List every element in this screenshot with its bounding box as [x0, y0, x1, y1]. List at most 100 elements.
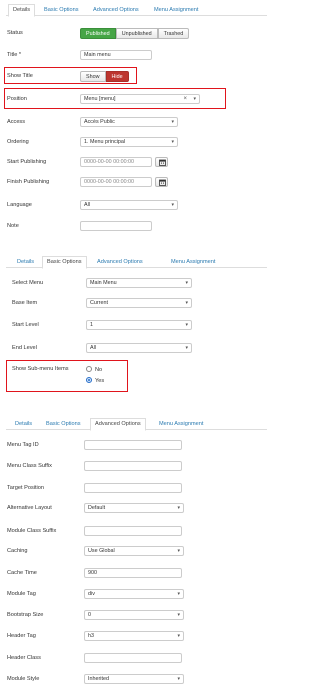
- tab-menu-assignment[interactable]: Menu Assignment: [154, 418, 208, 430]
- caching-label: Caching: [7, 548, 28, 554]
- start-level-row: Start Level 1 ▾: [0, 320, 273, 332]
- alternative-layout-select[interactable]: Default ▾: [84, 503, 184, 513]
- panel1-tabs: Details Basic Options Advanced Options M…: [6, 4, 267, 17]
- show-button[interactable]: Show: [80, 71, 106, 82]
- target-position-row: Target Position: [0, 483, 273, 495]
- tab-details[interactable]: Details: [12, 256, 39, 268]
- header-class-input[interactable]: [84, 653, 182, 663]
- trashed-button[interactable]: Trashed: [157, 28, 190, 39]
- module-class-suffix-row: Module Class Suffix: [0, 526, 273, 538]
- chevron-down-icon: ▾: [185, 300, 188, 306]
- start-publishing-input[interactable]: 0000-00-00 00:00:00: [80, 157, 152, 167]
- header-tag-select[interactable]: h3 ▾: [84, 631, 184, 641]
- bootstrap-size-select[interactable]: 0 ▾: [84, 610, 184, 620]
- tab-basic-options[interactable]: Basic Options: [42, 256, 87, 269]
- chevron-down-icon: ▾: [193, 96, 196, 102]
- show-submenu-label: Show Sub-menu Items: [12, 366, 69, 372]
- base-item-value: Current: [90, 300, 108, 306]
- cache-time-row: Cache Time 900: [0, 568, 273, 580]
- menu-class-suffix-label: Menu Class Suffix: [7, 463, 52, 469]
- module-style-label: Module Style: [7, 676, 40, 682]
- module-tag-row: Module Tag div ▾: [0, 589, 273, 601]
- published-button[interactable]: Published: [80, 28, 116, 39]
- chevron-down-icon: ▾: [185, 280, 188, 286]
- calendar-button[interactable]: [155, 177, 168, 187]
- finish-publishing-input[interactable]: 0000-00-00 00:00:00: [80, 177, 152, 187]
- tab-advanced-options[interactable]: Advanced Options: [92, 256, 148, 268]
- tab-basic-options[interactable]: Basic Options: [41, 418, 86, 430]
- menu-tag-id-input[interactable]: [84, 440, 182, 450]
- select-menu-value: Main Menu: [90, 280, 117, 286]
- chevron-down-icon: ▾: [171, 202, 174, 208]
- chevron-down-icon: ▾: [177, 591, 180, 597]
- title-row: Title * Main menu: [0, 50, 273, 62]
- base-item-row: Base Item Current ▾: [0, 298, 273, 310]
- unpublished-button[interactable]: Unpublished: [115, 28, 158, 39]
- position-select[interactable]: Menu [menu] × ▾: [80, 94, 200, 104]
- header-class-row: Header Class: [0, 653, 273, 665]
- module-tag-select[interactable]: div ▾: [84, 589, 184, 599]
- module-class-suffix-input[interactable]: [84, 526, 182, 536]
- cache-time-label: Cache Time: [7, 570, 37, 576]
- note-input[interactable]: [80, 221, 152, 231]
- ordering-select[interactable]: 1. Menu principal ▾: [80, 137, 178, 147]
- start-level-label: Start Level: [12, 322, 39, 328]
- ordering-value: 1. Menu principal: [84, 139, 126, 145]
- bootstrap-size-value: 0: [88, 612, 91, 618]
- tab-details[interactable]: Details: [10, 418, 37, 430]
- radio-selected-icon: [86, 377, 92, 383]
- cache-time-input[interactable]: 900: [84, 568, 182, 578]
- hide-button[interactable]: Hide: [105, 71, 129, 82]
- position-value: Menu [menu]: [84, 96, 116, 102]
- calendar-button[interactable]: [155, 157, 168, 167]
- access-label: Access: [7, 119, 26, 125]
- note-row: Note: [0, 221, 273, 233]
- chevron-down-icon: ▾: [177, 612, 180, 618]
- tab-menu-assignment[interactable]: Menu Assignment: [149, 4, 203, 16]
- title-input[interactable]: Main menu: [80, 50, 152, 60]
- caching-select[interactable]: Use Global ▾: [84, 546, 184, 556]
- module-style-select[interactable]: Inherited ▾: [84, 674, 184, 684]
- end-level-row: End Level All ▾: [0, 343, 273, 355]
- tab-details[interactable]: Details: [8, 4, 36, 17]
- module-tag-value: div: [88, 591, 95, 597]
- finish-publishing-row: Finish Publishing 0000-00-00 00:00:00: [0, 177, 273, 189]
- base-item-select[interactable]: Current ▾: [86, 298, 192, 308]
- tab-basic-options[interactable]: Basic Options: [39, 4, 84, 16]
- access-select[interactable]: Accès Public ▾: [80, 117, 178, 127]
- clear-icon[interactable]: ×: [183, 95, 187, 103]
- alternative-layout-label: Alternative Layout: [7, 505, 52, 511]
- position-label: Position: [7, 96, 27, 102]
- chevron-down-icon: ▾: [177, 505, 180, 511]
- module-tag-label: Module Tag: [7, 591, 36, 597]
- radio-icon: [86, 366, 92, 372]
- end-level-select[interactable]: All ▾: [86, 343, 192, 353]
- chevron-down-icon: ▾: [171, 139, 174, 145]
- show-submenu-no-radio[interactable]: No: [86, 366, 102, 373]
- access-row: Access Accès Public ▾: [0, 117, 273, 129]
- show-title-row: Show Title Show Hide: [0, 71, 273, 83]
- tab-menu-assignment[interactable]: Menu Assignment: [166, 256, 220, 268]
- ordering-row: Ordering 1. Menu principal ▾: [0, 137, 273, 149]
- position-row: Position Menu [menu] × ▾: [0, 94, 273, 106]
- finish-publishing-label: Finish Publishing: [7, 179, 50, 185]
- header-tag-row: Header Tag h3 ▾: [0, 631, 273, 643]
- language-value: All: [84, 202, 90, 208]
- target-position-input[interactable]: [84, 483, 182, 493]
- ordering-label: Ordering: [7, 139, 29, 145]
- tab-advanced-options[interactable]: Advanced Options: [90, 418, 146, 431]
- show-title-toggle: Show Hide: [80, 71, 129, 82]
- alternative-layout-value: Default: [88, 505, 106, 511]
- menu-class-suffix-input[interactable]: [84, 461, 182, 471]
- module-class-suffix-label: Module Class Suffix: [7, 528, 57, 534]
- status-row: Status Published Unpublished Trashed: [0, 28, 273, 40]
- module-style-row: Module Style Inherited ▾: [0, 674, 273, 686]
- chevron-down-icon: ▾: [185, 345, 188, 351]
- start-level-select[interactable]: 1 ▾: [86, 320, 192, 330]
- radio-no-label: No: [95, 367, 103, 373]
- show-submenu-yes-radio[interactable]: Yes: [86, 377, 104, 384]
- chevron-down-icon: ▾: [171, 119, 174, 125]
- tab-advanced-options[interactable]: Advanced Options: [88, 4, 144, 16]
- select-menu-select[interactable]: Main Menu ▾: [86, 278, 192, 288]
- language-select[interactable]: All ▾: [80, 200, 178, 210]
